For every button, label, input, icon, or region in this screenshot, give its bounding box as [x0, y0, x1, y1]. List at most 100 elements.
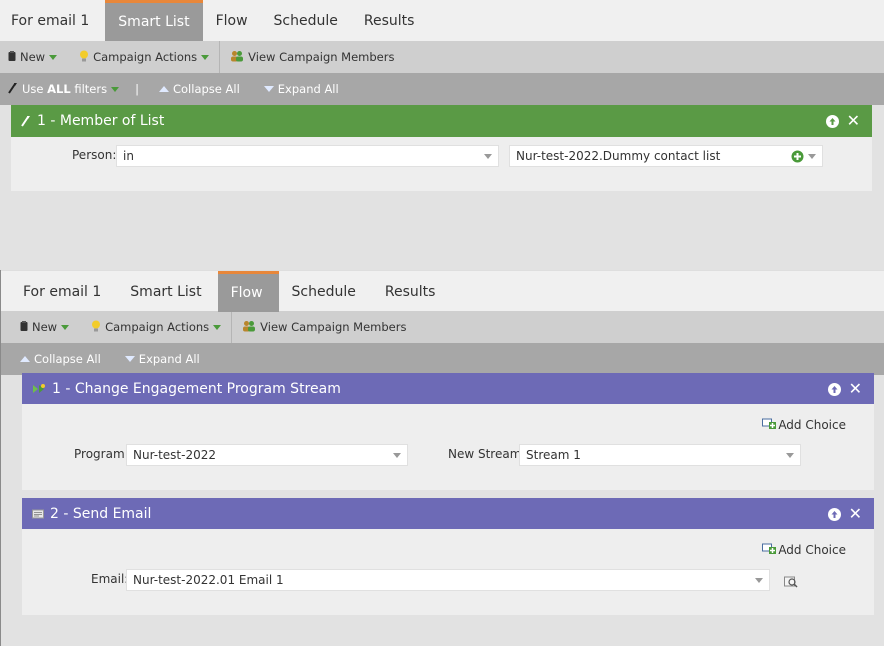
step-body: Add Choice Email: Nur-test-2022.01 Email…: [22, 529, 874, 615]
toolbar: New Campaign Actions View Campaign Membe…: [0, 41, 884, 73]
close-icon[interactable]: ✕: [849, 381, 862, 397]
new-stream-select[interactable]: Stream 1: [519, 444, 801, 466]
view-members-label: View Campaign Members: [260, 320, 407, 334]
tab-flow[interactable]: Flow: [203, 0, 261, 41]
collapse-all-label: Collapse All: [172, 82, 240, 96]
filter-subbar: Use ALL filters | Collapse All Expand Al…: [0, 73, 884, 105]
expand-all-label: Expand All: [138, 352, 200, 366]
toolbar: New Campaign Actions View Campaign Membe…: [1, 311, 884, 343]
chevron-down-icon: [61, 324, 70, 330]
chevron-down-icon: [213, 324, 222, 330]
add-list-icon[interactable]: [791, 150, 804, 166]
people-icon: [242, 320, 256, 335]
step-controls: ✕: [827, 373, 862, 405]
lightbulb-icon: [79, 50, 89, 65]
collapse-all-button[interactable]: Collapse All: [147, 82, 248, 96]
use-suffix: filters: [70, 82, 108, 96]
new-document-icon: [8, 50, 16, 64]
collapse-all-button[interactable]: Collapse All: [12, 352, 109, 366]
close-icon[interactable]: ✕: [847, 113, 860, 129]
campaign-tabs: For email 1 Smart List Flow Schedule Res…: [0, 0, 884, 41]
campaign-actions-label: Campaign Actions: [93, 50, 198, 64]
step-controls: ✕: [827, 498, 862, 530]
filter-title: 1 - Member of List: [37, 113, 165, 129]
expand-all-label: Expand All: [277, 82, 339, 96]
expand-all-button[interactable]: Expand All: [109, 352, 208, 366]
chevron-down-icon: [393, 453, 401, 458]
new-menu-button[interactable]: New: [0, 50, 65, 64]
tab-schedule[interactable]: Schedule: [279, 271, 372, 312]
chevron-down-icon: [201, 54, 210, 60]
new-menu-button[interactable]: New: [12, 320, 77, 334]
tab-flow[interactable]: Flow: [217, 271, 279, 312]
list-select[interactable]: Nur-test-2022.Dummy contact list: [509, 145, 823, 167]
expand-all-button[interactable]: Expand All: [248, 82, 347, 96]
preview-email-icon[interactable]: [784, 573, 798, 592]
expand-triangle-icon: [124, 356, 135, 362]
filter-body: Person: in Nur-test-2022.Dummy contact l…: [11, 137, 872, 191]
new-label: New: [20, 50, 46, 64]
use-all-filters-label: Use ALL filters: [22, 82, 107, 96]
email-select[interactable]: Nur-test-2022.01 Email 1: [126, 569, 770, 591]
view-campaign-members-button[interactable]: View Campaign Members: [222, 50, 402, 65]
campaign-tabs: For email 1 Smart List Flow Schedule Res…: [1, 270, 884, 312]
email-value: Nur-test-2022.01 Email 1: [133, 573, 284, 587]
add-choice-label: Add Choice: [778, 542, 846, 557]
step-header: 1 - Change Engagement Program Stream ✕: [22, 373, 874, 404]
step-title: 1 - Change Engagement Program Stream: [52, 380, 341, 397]
campaign-actions-label: Campaign Actions: [105, 320, 210, 334]
chevron-down-icon: [786, 453, 794, 458]
filter-wand-icon: [21, 115, 31, 127]
tab-results[interactable]: Results: [351, 0, 428, 41]
new-document-icon: [20, 320, 28, 334]
tab-schedule[interactable]: Schedule: [261, 0, 351, 41]
chevron-down-icon: [755, 578, 763, 583]
add-choice-icon: [762, 542, 777, 557]
add-choice-icon: [762, 417, 777, 432]
add-choice-button[interactable]: Add Choice: [762, 417, 846, 432]
use-all-filters-button[interactable]: Use ALL filters: [0, 82, 127, 97]
flow-subbar: Collapse All Expand All: [1, 343, 884, 375]
flow-step-send-email: 2 - Send Email ✕ Add Choice Email: Nur-t…: [22, 498, 874, 615]
view-members-label: View Campaign Members: [248, 50, 395, 64]
chevron-down-icon: [111, 86, 120, 92]
stream-icon: [32, 383, 46, 395]
move-up-icon[interactable]: [827, 382, 841, 396]
tab-smart-list[interactable]: Smart List: [117, 271, 217, 312]
subbar-divider: |: [135, 82, 139, 96]
move-up-icon[interactable]: [827, 507, 841, 521]
tab-results[interactable]: Results: [372, 271, 452, 312]
use-prefix: Use: [22, 82, 48, 96]
move-up-icon[interactable]: [825, 114, 839, 128]
use-bold: ALL: [47, 82, 71, 96]
flow-step-change-stream: 1 - Change Engagement Program Stream ✕ A…: [22, 373, 874, 490]
new-stream-label: New Stream:: [448, 447, 526, 461]
list-value: Nur-test-2022.Dummy contact list: [516, 149, 721, 163]
close-icon[interactable]: ✕: [849, 506, 862, 522]
step-header: 2 - Send Email ✕: [22, 498, 874, 529]
toolbar-divider: [219, 41, 221, 73]
add-choice-button[interactable]: Add Choice: [762, 542, 846, 557]
expand-triangle-icon: [263, 86, 274, 92]
program-select[interactable]: Nur-test-2022: [126, 444, 408, 466]
step-body: Add Choice Program: Nur-test-2022 New St…: [22, 404, 874, 490]
collapse-all-label: Collapse All: [34, 352, 101, 366]
add-choice-label: Add Choice: [778, 417, 846, 432]
campaign-actions-button[interactable]: Campaign Actions: [77, 320, 229, 335]
tab-campaign-name[interactable]: For email 1: [0, 0, 105, 41]
operator-select[interactable]: in: [116, 145, 499, 167]
campaign-actions-button[interactable]: Campaign Actions: [65, 50, 217, 65]
email-label: Email:: [91, 572, 129, 586]
view-campaign-members-button[interactable]: View Campaign Members: [234, 320, 414, 335]
people-icon: [230, 50, 244, 65]
collapse-triangle-icon: [158, 86, 169, 92]
filter-header: 1 - Member of List ✕: [11, 105, 872, 137]
collapse-triangle-icon: [20, 356, 30, 362]
toolbar-divider: [231, 311, 233, 343]
filter-controls: ✕: [825, 105, 860, 137]
step-title: 2 - Send Email: [50, 505, 152, 522]
chevron-down-icon: [484, 154, 492, 159]
tab-campaign-name[interactable]: For email 1: [10, 271, 117, 312]
smart-list-panel: For email 1 Smart List Flow Schedule Res…: [0, 0, 884, 270]
tab-smart-list[interactable]: Smart List: [105, 0, 203, 41]
